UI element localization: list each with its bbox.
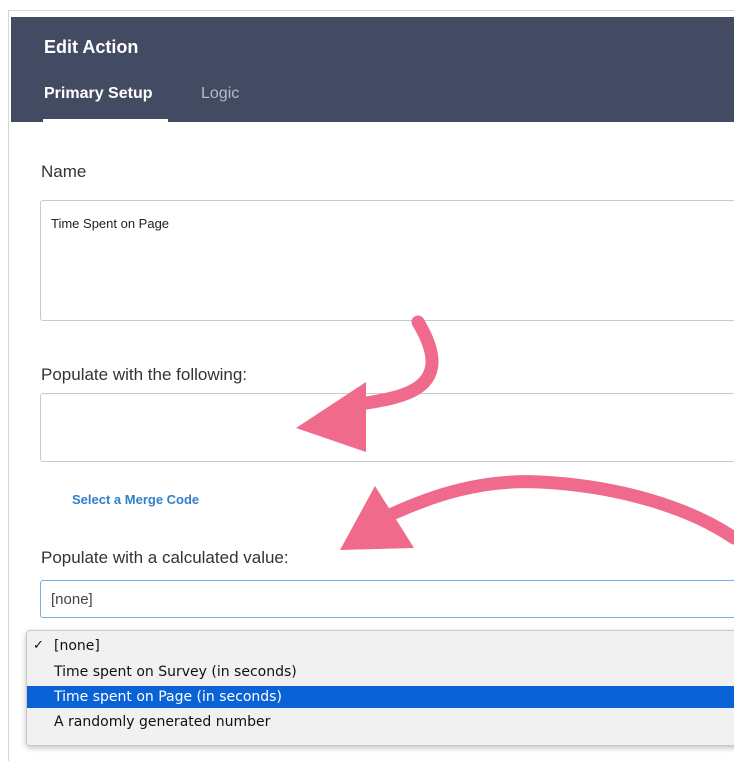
annotation-arrowhead-2-icon — [340, 486, 414, 550]
annotation-arrows — [296, 315, 734, 550]
annotation-arrow-2-icon — [385, 475, 734, 545]
annotation-arrowhead-1-icon — [296, 382, 366, 452]
